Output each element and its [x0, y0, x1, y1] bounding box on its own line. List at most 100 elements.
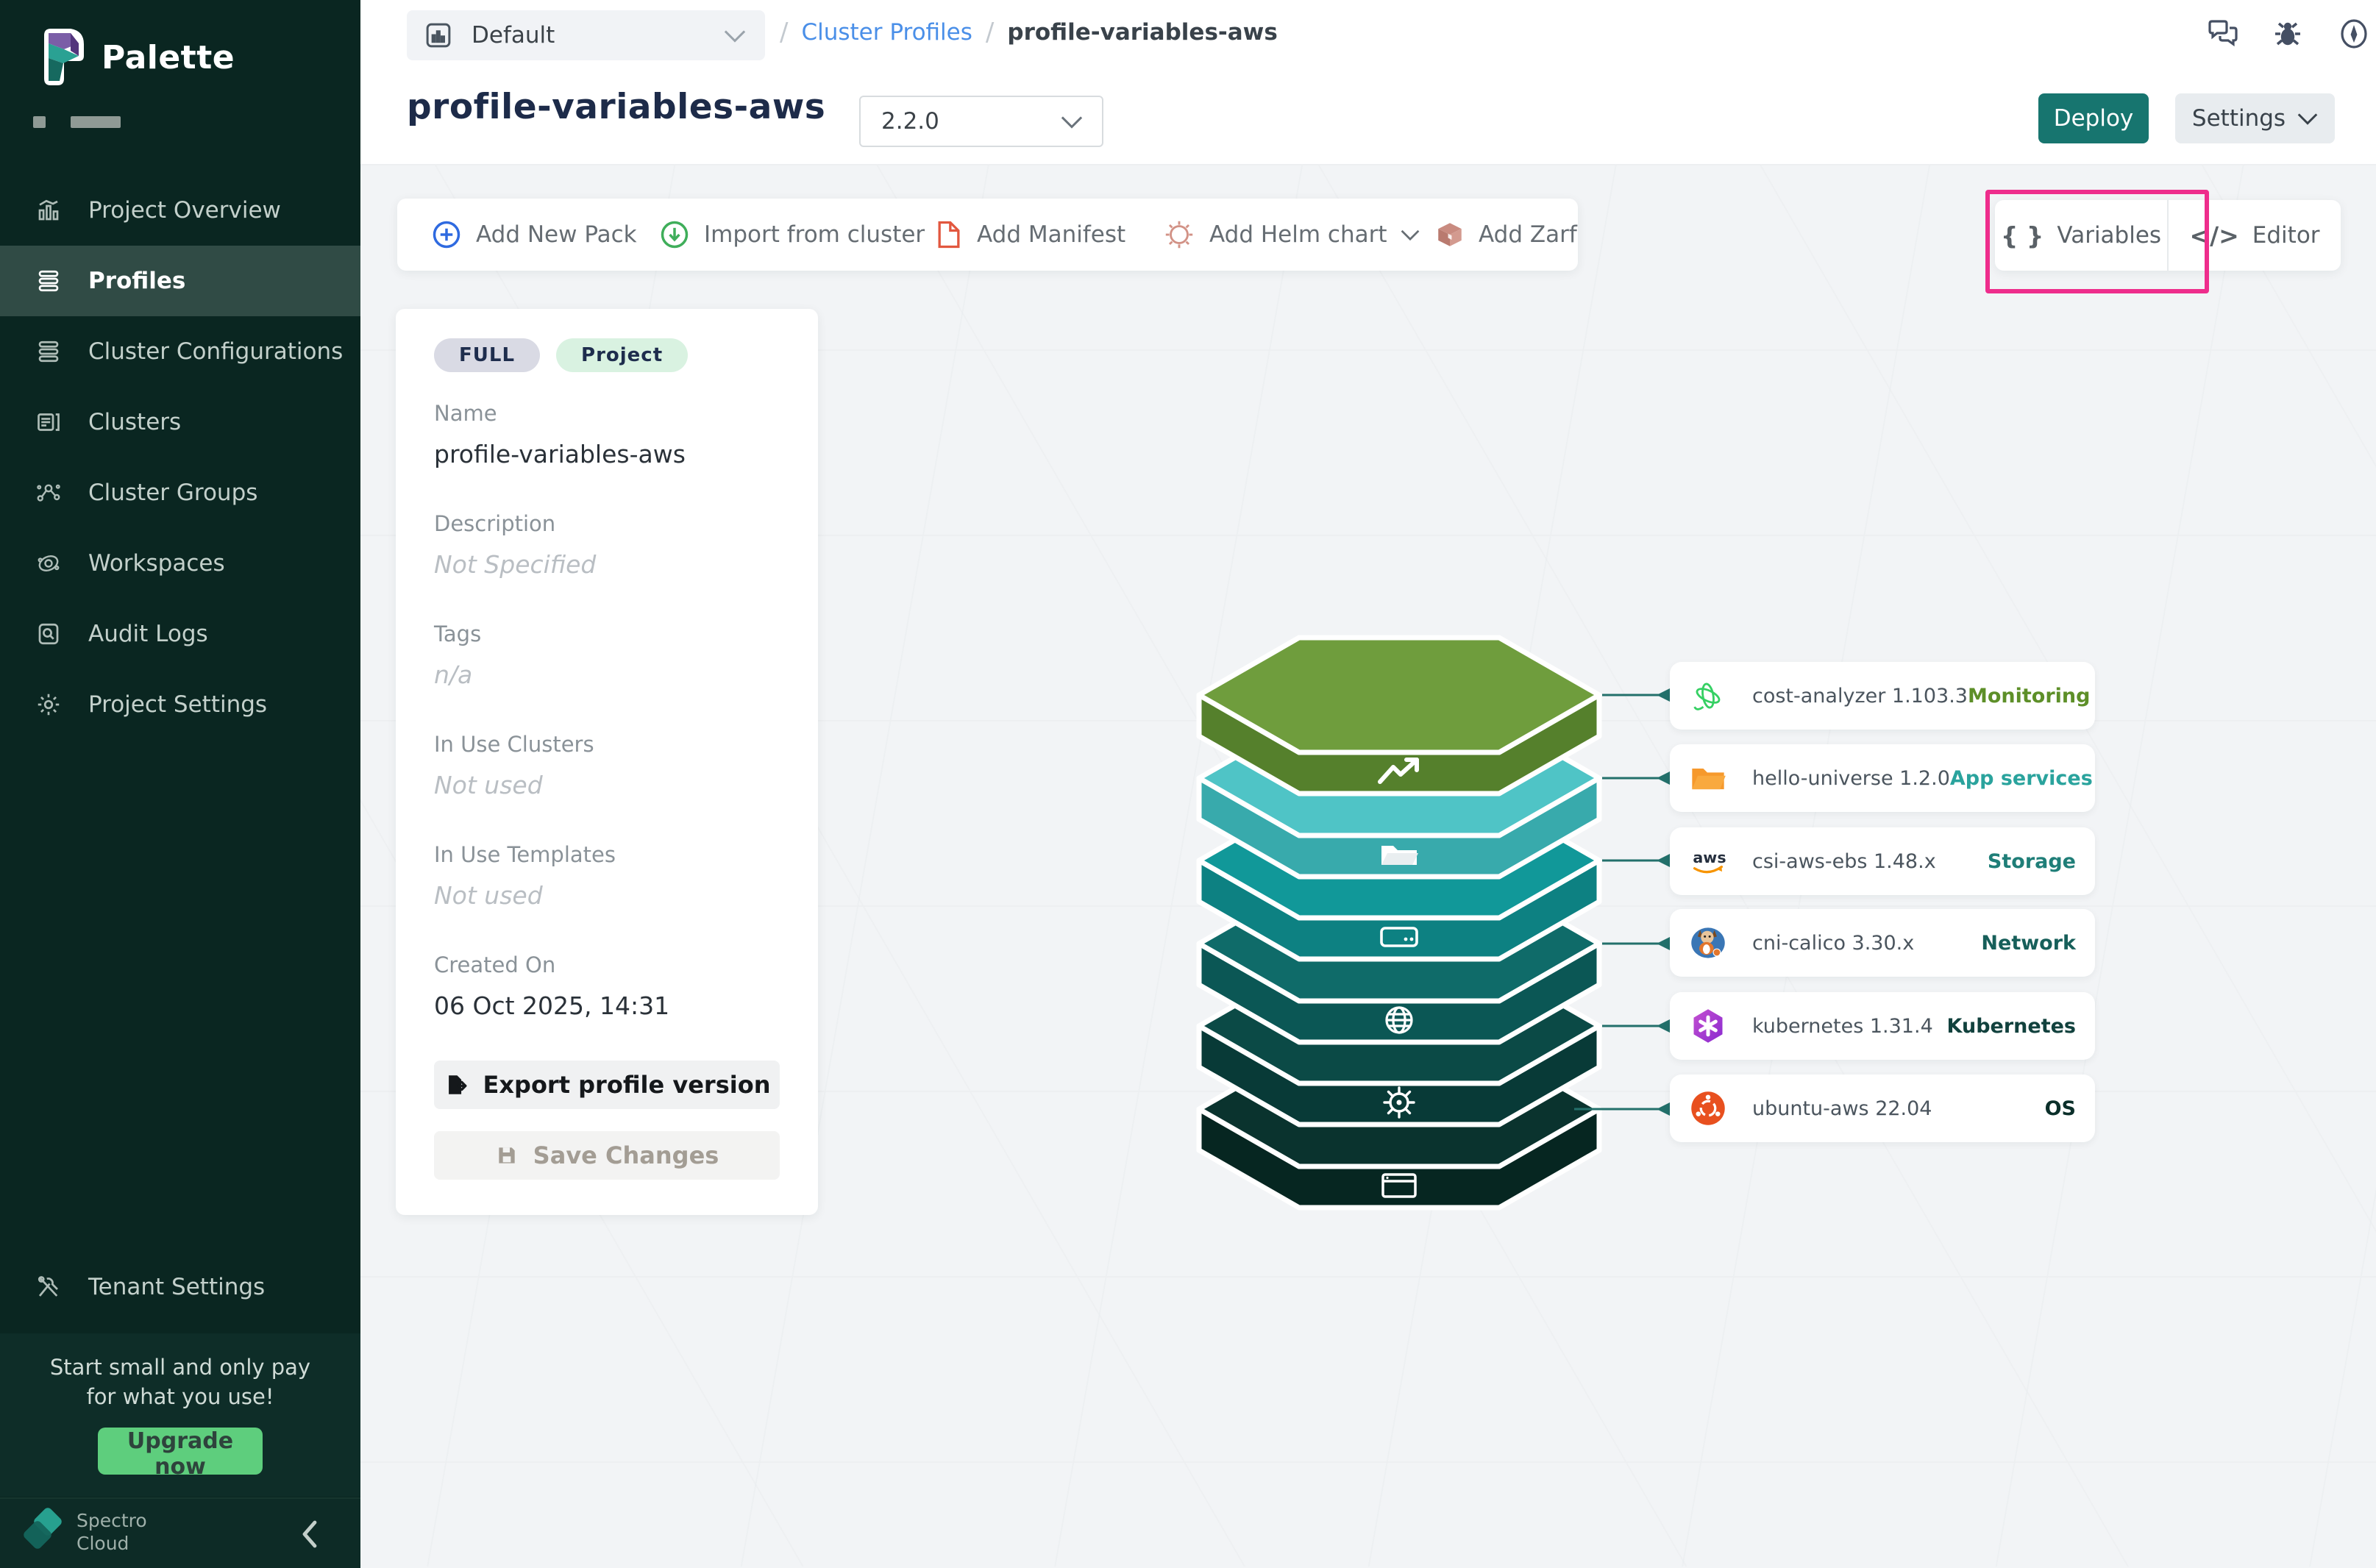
sidebar-item-clusters[interactable]: Clusters — [0, 387, 360, 457]
redacted-chip — [33, 116, 46, 128]
sidebar-item-project-overview[interactable]: Project Overview — [0, 175, 360, 246]
save-label: Save Changes — [533, 1141, 719, 1169]
helm-icon — [1162, 218, 1196, 252]
pack-row-kubernetes[interactable]: kubernetes 1.31.4 Kubernetes — [1670, 992, 2095, 1060]
top-header: Default / Cluster Profiles / profile-var… — [360, 0, 2376, 164]
name-label: Name — [434, 401, 497, 426]
sidebar-item-cluster-groups[interactable]: Cluster Groups — [0, 457, 360, 528]
ubuntu-icon — [1689, 1089, 1727, 1127]
profile-version-select[interactable]: 2.2.0 — [859, 96, 1103, 147]
sidebar-item-label: Tenant Settings — [88, 1274, 265, 1300]
pack-row-hello-universe[interactable]: hello-universe 1.2.0 App services — [1670, 744, 2095, 812]
pack-label: cni-calico 3.30.x — [1752, 932, 1914, 955]
toolbar-label: Add Helm chart — [1209, 221, 1387, 248]
pack-row-cost-analyzer[interactable]: cost-analyzer 1.103.3 Monitoring — [1670, 662, 2095, 730]
sidebar-item-label: Project Overview — [88, 197, 281, 224]
created-on-value: 06 Oct 2025, 14:31 — [434, 991, 669, 1020]
brand-line1: Spectro — [77, 1509, 147, 1532]
spectro-cloud-logo-icon — [16, 1508, 75, 1559]
redacted-chip — [71, 116, 121, 128]
audit-log-icon — [35, 621, 62, 647]
in-use-clusters-label: In Use Clusters — [434, 732, 594, 757]
zarf-package-icon — [1434, 219, 1465, 250]
upgrade-now-button[interactable]: Upgrade now — [98, 1428, 263, 1475]
compass-tour-icon[interactable] — [2336, 16, 2372, 51]
tags-label: Tags — [434, 621, 481, 646]
palette-logo: Palette — [41, 26, 235, 88]
sidebar-item-label: Project Settings — [88, 691, 267, 718]
pack-toolbar: Add New Pack Import from cluster Add Man… — [397, 199, 1578, 271]
pack-category: Kubernetes — [1947, 1015, 2076, 1038]
chevron-down-icon — [1061, 115, 1083, 129]
pack-category: App services — [1950, 767, 2093, 790]
sidebar-item-label: Profiles — [88, 268, 185, 294]
layers-icon — [35, 268, 62, 294]
scope-chart-icon — [423, 20, 454, 51]
sidebar-item-label: Cluster Configurations — [88, 338, 343, 365]
sidebar-item-cluster-configurations[interactable]: Cluster Configurations — [0, 316, 360, 387]
save-changes-button[interactable]: Save Changes — [434, 1131, 780, 1180]
sidebar-item-label: Clusters — [88, 409, 181, 435]
bug-report-icon[interactable] — [2270, 16, 2305, 51]
save-icon — [495, 1144, 519, 1167]
sidebar: Palette Project Overview Profiles Cluste… — [0, 0, 360, 1567]
stack-layer-monitoring[interactable] — [1199, 638, 1599, 794]
in-use-clusters-value: Not used — [434, 771, 543, 799]
add-manifest-button[interactable]: Add Manifest — [934, 199, 1125, 271]
toolbar-label: Add Zarf — [1479, 221, 1577, 248]
sidebar-item-tenant-settings[interactable]: Tenant Settings — [0, 1252, 396, 1322]
pack-row-cni-calico[interactable]: cni-calico 3.30.x Network — [1670, 909, 2095, 977]
pack-row-ubuntu-aws[interactable]: ubuntu-aws 22.04 OS — [1670, 1075, 2095, 1142]
sidebar-item-project-settings[interactable]: Project Settings — [0, 669, 360, 740]
export-profile-version-button[interactable]: Export profile version — [434, 1061, 780, 1109]
braces-icon: { } — [2001, 221, 2044, 250]
deploy-button[interactable]: Deploy — [2038, 93, 2149, 143]
sidebar-item-audit-logs[interactable]: Audit Logs — [0, 599, 360, 669]
promo-text-line1: Start small and only pay — [0, 1353, 360, 1382]
palette-logo-icon — [41, 26, 87, 88]
selected-version: 2.2.0 — [881, 108, 939, 135]
add-helm-chart-button[interactable]: Add Helm chart — [1162, 199, 1420, 271]
kubernetes-hex-icon — [1689, 1007, 1727, 1045]
manifest-file-icon — [934, 218, 964, 251]
pack-category: Monitoring — [1968, 685, 2090, 708]
in-use-templates-value: Not used — [434, 881, 543, 910]
helm-wheel-icon — [1384, 1088, 1414, 1117]
pack-label: cost-analyzer 1.103.3 — [1752, 685, 1968, 708]
calico-cat-icon — [1689, 924, 1727, 962]
kubecost-icon — [1689, 677, 1727, 715]
editor-tab[interactable]: </> Editor — [2167, 200, 2341, 271]
feedback-chat-icon[interactable] — [2205, 16, 2241, 51]
chevron-down-icon — [2297, 113, 2318, 125]
toolbar-label: Import from cluster — [704, 221, 925, 248]
add-zarf-button[interactable]: Add Zarf — [1434, 199, 1577, 271]
import-from-cluster-button[interactable]: Import from cluster — [658, 199, 925, 271]
variables-tab[interactable]: { } Variables — [1995, 200, 2167, 271]
profile-type-badge: FULL — [434, 338, 540, 372]
bar-chart-icon — [35, 197, 62, 224]
svg-text:aws: aws — [1693, 849, 1726, 866]
sidebar-item-workspaces[interactable]: Workspaces — [0, 528, 360, 599]
toolbar-label: Add New Pack — [476, 221, 637, 248]
pack-row-csi-aws-ebs[interactable]: aws csi-aws-ebs 1.48.x Storage — [1670, 827, 2095, 895]
created-on-label: Created On — [434, 952, 555, 977]
toolbar-label: Add Manifest — [977, 221, 1125, 248]
profile-scope-badge: Project — [556, 338, 688, 372]
sidebar-item-label: Cluster Groups — [88, 480, 257, 506]
scope-label: Default — [472, 22, 555, 49]
description-value: Not Specified — [434, 550, 596, 579]
spectro-cloud-wordmark: Spectro Cloud — [77, 1509, 147, 1555]
tags-value: n/a — [434, 660, 472, 689]
export-label: Export profile version — [483, 1071, 771, 1099]
breadcrumb-link-cluster-profiles[interactable]: Cluster Profiles — [801, 19, 972, 46]
pack-label: hello-universe 1.2.0 — [1752, 767, 1950, 790]
settings-button[interactable]: Settings — [2175, 93, 2335, 143]
project-scope-selector[interactable]: Default — [407, 10, 765, 60]
sidebar-item-profiles[interactable]: Profiles — [0, 246, 360, 316]
settings-label: Settings — [2192, 105, 2286, 132]
brand-line2: Cloud — [77, 1532, 147, 1555]
add-new-pack-button[interactable]: Add New Pack — [430, 199, 637, 271]
view-toggle: { } Variables </> Editor — [1995, 200, 2341, 271]
code-icon: </> — [2189, 221, 2238, 250]
collapse-sidebar-chevron-icon[interactable] — [298, 1518, 323, 1550]
